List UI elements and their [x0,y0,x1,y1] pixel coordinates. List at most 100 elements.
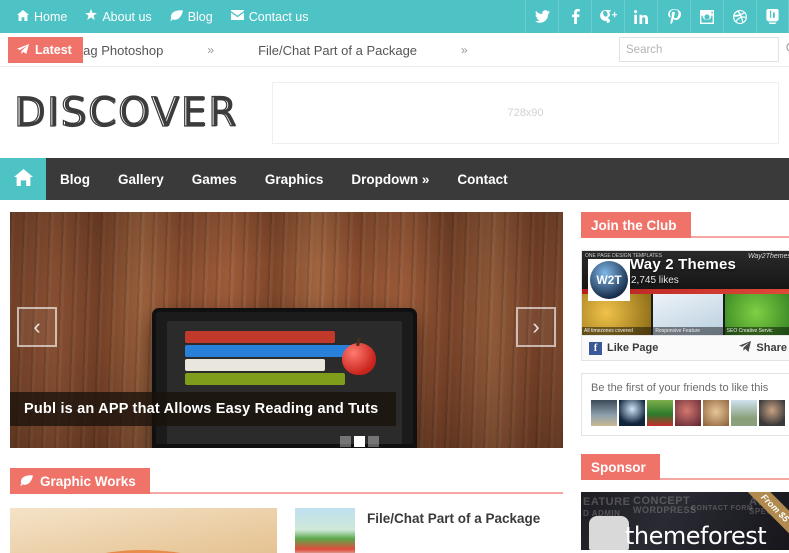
nav-item-graphics[interactable]: Graphics [251,158,338,200]
share-label: Share [756,342,787,354]
page-root: Home About us Blog Contact us Latest cin… [0,0,789,553]
top-navigation: Home About us Blog Contact us [0,0,317,33]
sponsor-banner[interactable]: EATURE CONCEPT WORDPRESS CONTACT FORM AT… [581,492,789,550]
topnav-label: About us [102,9,152,24]
site-logo[interactable]: DISCOVER [10,89,272,136]
friend-avatar[interactable] [703,400,729,426]
home-icon [13,169,33,189]
topnav-label: Home [34,9,68,24]
slider-dot[interactable] [368,436,379,447]
facebook-icon: f [589,341,602,355]
avatar-initials: W2T [590,261,628,299]
friend-avatar[interactable] [731,400,757,426]
friend-avatar[interactable] [675,400,701,426]
widget-sponsor: Sponsor EATURE CONCEPT WORDPRESS CONTACT… [581,454,789,550]
sponsor-word: CONTACT FORM [691,505,754,512]
facebook-like-count: 2,745 likes [631,275,679,286]
sponsor-logo-text: themeforest [625,522,767,550]
nav-item-contact[interactable]: Contact [443,158,521,200]
friend-avatar[interactable] [759,400,785,426]
site-header: DISCOVER 728x90 [0,67,789,158]
slider-pagination [340,436,379,447]
latest-badge: Latest [8,36,83,63]
pencil-icon [169,9,183,24]
twitter-icon[interactable] [525,0,558,33]
book-red [185,331,335,343]
section-title-chip: Join the Club [581,212,691,238]
nav-item-blog[interactable]: Blog [46,158,104,200]
latest-badge-label: Latest [35,42,72,57]
topnav-item-contact-us[interactable]: Contact us [222,0,318,33]
ticker-bar: Latest cine Bag Photoshop » File/Chat Pa… [0,33,789,67]
widget-header-join-the-club: Join the Club [581,212,789,238]
slider-next-button[interactable]: › [516,307,556,347]
slide-caption-text: Publ is an APP that Allows Easy Reading … [24,401,379,417]
cover-tagline-right: Way2Themes [747,253,789,260]
post-thumbnail [295,508,355,553]
post-thumbnail [10,508,277,553]
post-card-featured[interactable] [10,508,277,553]
featured-slider: ‹ › Publ is an APP that Allows Easy Read… [10,212,563,448]
ticker-item[interactable]: File/Chat Part of a Package [258,43,417,58]
feature-tile-label: SEO Creative Servic [724,327,789,335]
topnav-label: Contact us [248,9,309,24]
star-icon [85,9,98,24]
post-title: File/Chat Part of a Package [367,511,541,526]
linkedin-icon[interactable] [624,0,657,33]
site-logo-text: DISCOVER [13,89,238,136]
slider-dot[interactable] [340,436,351,447]
section-title-chip: Sponsor [581,454,660,480]
friend-avatar[interactable] [591,400,617,426]
nav-item-gallery[interactable]: Gallery [104,158,178,200]
avatar: W2T [588,259,630,301]
list-item[interactable]: File/Chat Part of a Package [295,508,563,553]
slide-tablet-illustration [152,308,417,448]
sidebar: Join the Club All timezones covered Resp… [581,212,789,553]
paper-plane-icon [17,43,29,57]
facebook-cover-photo: All timezones covered Responsive Feature… [582,251,789,335]
facebook-page-name: Way 2 Themes [630,256,737,273]
google-plus-icon[interactable] [591,0,624,33]
share-button[interactable]: Share [739,341,787,355]
search-box [619,37,789,62]
instagram-icon[interactable] [690,0,723,33]
header-ad-banner[interactable]: 728x90 [272,81,779,144]
nav-item-games[interactable]: Games [178,158,251,200]
friend-avatar[interactable] [619,400,645,426]
envelope-icon [230,10,244,23]
sponsor-hand-graphic [589,516,629,550]
feature-tile-label: Responsive Feature [653,327,723,335]
book-white [185,359,325,371]
like-page-button[interactable]: f Like Page [589,341,659,355]
like-page-label: Like Page [607,342,659,354]
main-navigation: Blog Gallery Games Graphics Dropdown » C… [0,158,789,200]
facebook-page-widget: All timezones covered Responsive Feature… [581,250,789,361]
pencil-icon [20,474,33,489]
ticker-viewport: cine Bag Photoshop » File/Chat Part of a… [55,33,594,67]
youtube-icon[interactable] [756,0,789,33]
nav-item-dropdown[interactable]: Dropdown » [337,158,443,200]
search-input[interactable] [620,38,786,61]
topnav-item-about-us[interactable]: About us [76,0,160,33]
feature-tile-label: All timezones covered [582,327,652,335]
topnav-item-home[interactable]: Home [8,0,76,33]
post-list: File/Chat Part of a Package [295,508,563,553]
topnav-label: Blog [187,9,213,24]
slider-prev-button[interactable]: ‹ [17,307,57,347]
ad-placeholder-label: 728x90 [507,106,544,119]
friend-thumbnails [591,400,785,426]
slider-dot-active[interactable] [354,436,365,447]
slide-caption[interactable]: Publ is an APP that Allows Easy Reading … [10,392,397,426]
nav-item-home[interactable] [0,158,46,200]
widget-title-text: Join the Club [591,217,677,233]
apple-illustration [342,343,376,375]
pinterest-icon[interactable] [657,0,690,33]
facebook-icon[interactable] [558,0,591,33]
book-green [185,373,345,385]
friends-note: Be the first of your friends to like thi… [591,382,769,394]
topnav-item-blog[interactable]: Blog [161,0,222,33]
ticker-separator: » [207,43,215,57]
friend-avatar[interactable] [647,400,673,426]
widget-header-sponsor: Sponsor [581,454,789,480]
dribbble-icon[interactable] [723,0,756,33]
